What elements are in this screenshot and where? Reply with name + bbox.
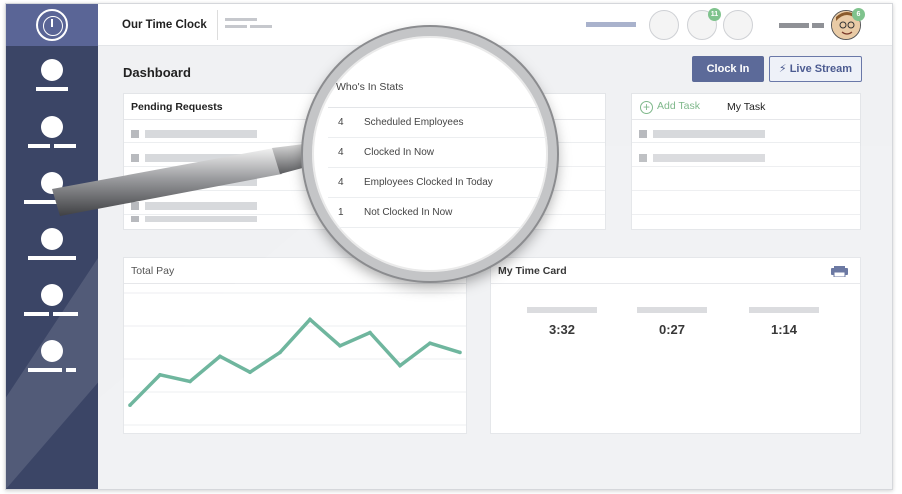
header-status-bar (586, 22, 636, 27)
whos-in-stats-panel: Who's In Stats 4 Scheduled Employees 4 C… (328, 70, 548, 228)
stat-row[interactable]: 4 Scheduled Employees (328, 108, 548, 138)
notification-badge: 11 (708, 8, 721, 21)
sidebar (6, 4, 98, 489)
header-circle-button[interactable] (723, 10, 753, 40)
sidebar-glare (6, 257, 98, 489)
brand-name: Our Time Clock (122, 19, 207, 31)
panel-title: Who's In Stats (328, 70, 548, 108)
header-circle-button[interactable] (649, 10, 679, 40)
magnifier-lens: Who's In Stats 4 Scheduled Employees 4 C… (303, 27, 557, 281)
stat-row[interactable]: 4 Clocked In Now (328, 138, 548, 168)
magnifier-handle (52, 144, 310, 216)
app-window: Our Time Clock 11 6 Dashboard Clock In ⚡… (5, 3, 893, 490)
notifications-button[interactable]: 11 (687, 8, 721, 40)
top-header: Our Time Clock 11 6 (98, 4, 892, 46)
header-placeholder (225, 18, 257, 21)
user-name-placeholder (779, 23, 809, 28)
stat-row[interactable]: 1 Not Clocked In Now (328, 198, 548, 228)
avatar-badge: 6 (852, 8, 865, 21)
stat-row[interactable]: 4 Employees Clocked In Today (328, 168, 548, 198)
